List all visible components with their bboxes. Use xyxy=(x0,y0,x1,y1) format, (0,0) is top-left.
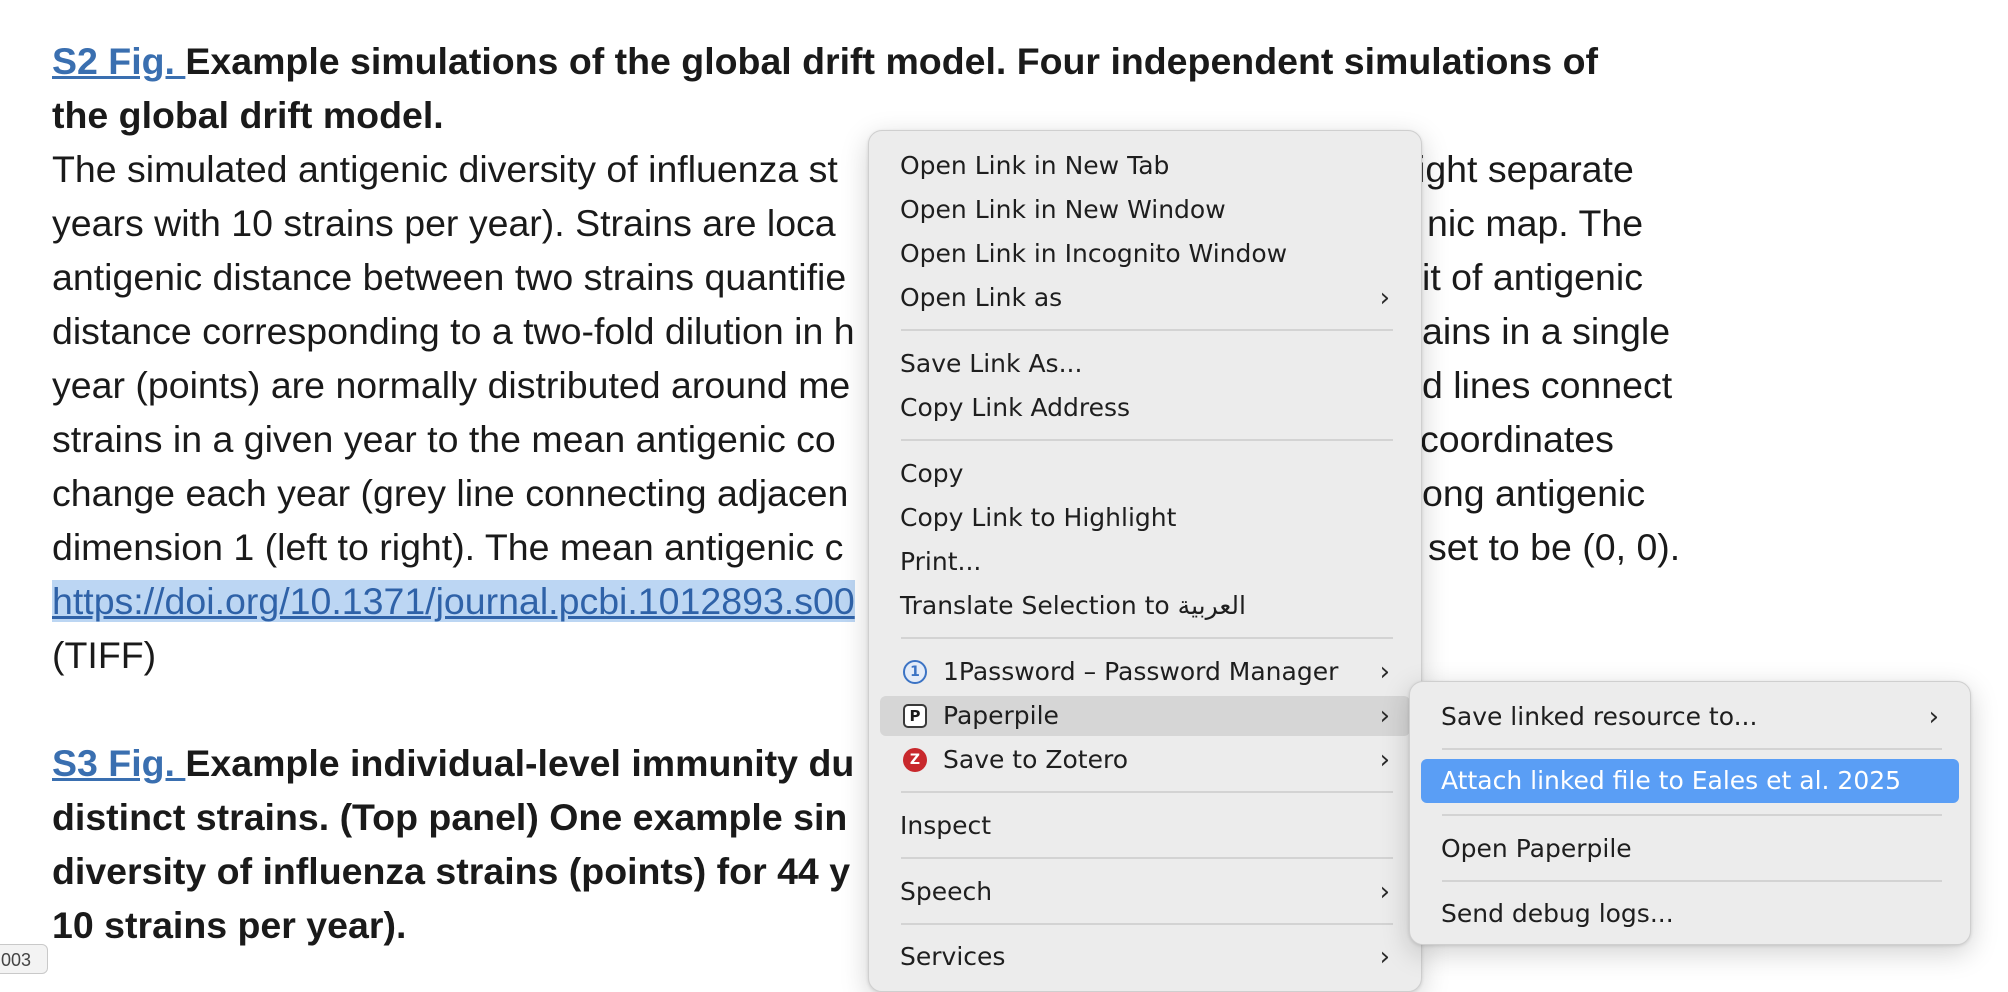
body-line-tail: d lines connect xyxy=(1422,364,1673,406)
submenu-item-send-debug-logs[interactable]: Send debug logs... xyxy=(1421,894,1959,934)
menu-separator xyxy=(901,329,1393,331)
body-line-tail: ains in a single xyxy=(1422,310,1671,352)
menu-item-translate-selection[interactable]: Translate Selection to العربية xyxy=(880,586,1410,626)
s3-caption-line: diversity of influenza strains (points) … xyxy=(52,850,851,892)
menu-item-save-link-as[interactable]: Save Link As... xyxy=(880,344,1410,384)
menu-item-copy-link-to-highlight[interactable]: Copy Link to Highlight xyxy=(880,498,1410,538)
s2-fig-title: Example simulations of the global drift … xyxy=(185,40,1598,82)
zotero-icon: Z xyxy=(903,748,927,772)
body-line: year (points) are normally distributed a… xyxy=(52,364,851,406)
body-line: antigenic distance between two strains q… xyxy=(52,256,847,298)
s3-fig-link[interactable]: S3 Fig. xyxy=(52,742,185,784)
s2-title-line-2: the global drift model. xyxy=(52,94,444,136)
body-line-tail: coordinates xyxy=(1420,418,1614,460)
menu-separator xyxy=(1442,814,1942,816)
file-format-label: (TIFF) xyxy=(52,634,157,676)
chevron-right-icon: › xyxy=(1379,701,1390,731)
menu-item-speech[interactable]: Speech › xyxy=(880,872,1410,912)
paperpile-submenu: Save linked resource to... › Attach link… xyxy=(1409,681,1971,945)
s3-caption-line: distinct strains. (Top panel) One exampl… xyxy=(52,796,848,838)
menu-separator xyxy=(901,923,1393,925)
s3-caption-line: 10 strains per year). xyxy=(52,904,407,946)
s3-title-line-1: S3 Fig. Example individual-level immunit… xyxy=(52,736,854,790)
menu-separator xyxy=(1442,748,1942,750)
chevron-right-icon: › xyxy=(1379,657,1390,687)
body-line: years with 10 strains per year). Strains… xyxy=(52,202,836,244)
body-line-tail: ight separate xyxy=(1417,148,1634,190)
submenu-item-save-linked-resource[interactable]: Save linked resource to... › xyxy=(1421,697,1959,737)
status-chip: 003 xyxy=(0,944,48,974)
menu-item-save-to-zotero[interactable]: Z Save to Zotero › xyxy=(880,740,1410,780)
menu-item-print[interactable]: Print... xyxy=(880,542,1410,582)
menu-separator xyxy=(901,637,1393,639)
s3-fig-title: Example individual-level immunity du xyxy=(185,742,855,784)
chevron-right-icon: › xyxy=(1928,702,1939,732)
body-line: distance corresponding to a two-fold dil… xyxy=(52,310,855,352)
chevron-right-icon: › xyxy=(1379,745,1390,775)
body-line-tail: nic map. The xyxy=(1427,202,1644,244)
menu-item-copy[interactable]: Copy xyxy=(880,454,1410,494)
context-menu: Open Link in New Tab Open Link in New Wi… xyxy=(868,130,1422,992)
menu-item-open-new-tab[interactable]: Open Link in New Tab xyxy=(880,146,1410,186)
1password-icon: 1 xyxy=(903,660,927,684)
menu-item-paperpile[interactable]: P Paperpile › xyxy=(880,696,1410,736)
body-line: The simulated antigenic diversity of inf… xyxy=(52,148,838,190)
chevron-right-icon: › xyxy=(1379,283,1390,313)
body-line-tail: set to be (0, 0). xyxy=(1428,526,1681,568)
menu-separator xyxy=(901,439,1393,441)
menu-separator xyxy=(901,857,1393,859)
menu-item-1password[interactable]: 1 1Password – Password Manager › xyxy=(880,652,1410,692)
doi-line: https://doi.org/10.1371/journal.pcbi.101… xyxy=(52,574,855,628)
chevron-right-icon: › xyxy=(1379,942,1390,972)
submenu-item-open-paperpile[interactable]: Open Paperpile xyxy=(1421,829,1959,869)
paperpile-icon: P xyxy=(903,704,927,728)
menu-item-services[interactable]: Services › xyxy=(880,937,1410,977)
s2-fig-link[interactable]: S2 Fig. xyxy=(52,40,185,82)
menu-item-open-new-window[interactable]: Open Link in New Window xyxy=(880,190,1410,230)
menu-item-open-incognito[interactable]: Open Link in Incognito Window xyxy=(880,234,1410,274)
chevron-right-icon: › xyxy=(1379,877,1390,907)
submenu-item-attach-linked-file[interactable]: Attach linked file to Eales et al. 2025 xyxy=(1421,759,1959,803)
body-line: dimension 1 (left to right). The mean an… xyxy=(52,526,844,568)
menu-item-open-link-as[interactable]: Open Link as › xyxy=(880,278,1410,318)
doi-link[interactable]: https://doi.org/10.1371/journal.pcbi.101… xyxy=(52,580,855,622)
body-line: change each year (grey line connecting a… xyxy=(52,472,849,514)
menu-item-inspect[interactable]: Inspect xyxy=(880,806,1410,846)
body-line-tail: it of antigenic xyxy=(1422,256,1643,298)
menu-separator xyxy=(1442,880,1942,882)
menu-item-copy-link-address[interactable]: Copy Link Address xyxy=(880,388,1410,428)
menu-separator xyxy=(901,791,1393,793)
body-line: strains in a given year to the mean anti… xyxy=(52,418,836,460)
body-line-tail: ong antigenic xyxy=(1422,472,1646,514)
s2-title-line-1: S2 Fig. Example simulations of the globa… xyxy=(52,34,1598,88)
